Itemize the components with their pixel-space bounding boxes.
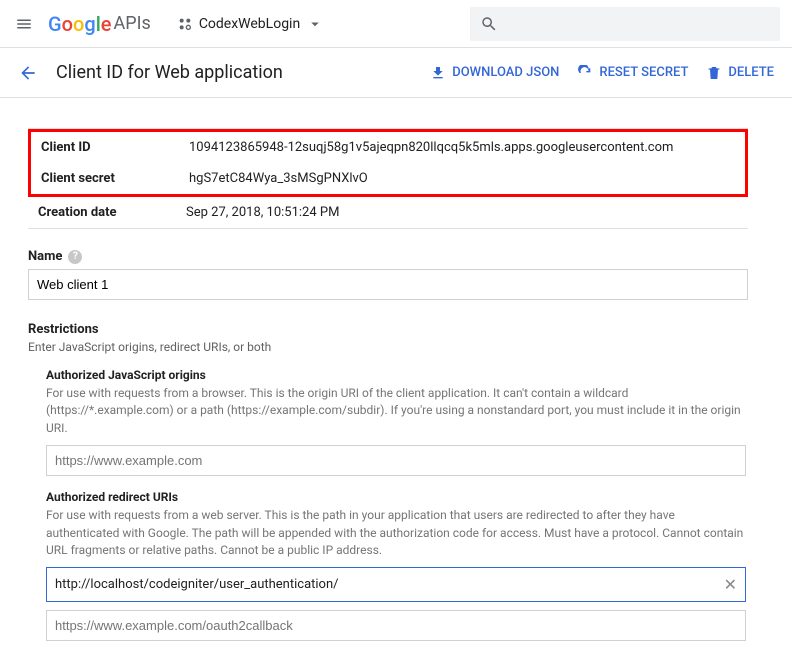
search-input[interactable] [470,7,780,41]
delete-button[interactable]: DELETE [706,65,774,81]
clear-icon[interactable]: ✕ [724,575,737,594]
creation-date-row: Creation date Sep 27, 2018, 10:51:24 PM [28,197,748,228]
download-json-button[interactable]: DOWNLOAD JSON [430,65,559,81]
name-input[interactable] [28,269,748,300]
restrictions-subheading: Enter JavaScript origins, redirect URIs,… [28,340,764,354]
search-icon [480,15,498,33]
content-area: Client ID 1094123865948-12suqj58g1v5ajeq… [0,98,792,661]
client-id-value: 1094123865948-12suqj58g1v5ajeqpn820llqcq… [189,140,735,155]
top-bar: Google APIs CodexWebLogin [0,0,792,48]
creation-date-value: Sep 27, 2018, 10:51:24 PM [186,205,738,220]
project-selector[interactable]: CodexWebLogin [177,15,324,33]
redirect-uris-desc: For use with requests from a web server.… [46,507,746,559]
reset-secret-button[interactable]: RESET SECRET [577,65,688,81]
project-name: CodexWebLogin [199,16,300,32]
chevron-down-icon [306,15,324,33]
back-arrow-icon[interactable] [18,63,38,83]
creation-date-label: Creation date [38,205,186,220]
menu-icon[interactable] [12,12,36,36]
redirect-uris-heading: Authorized redirect URIs [46,490,746,504]
apis-text: APIs [114,13,151,34]
client-id-label: Client ID [41,140,189,155]
page-title: Client ID for Web application [56,62,412,83]
highlighted-credentials: Client ID 1094123865948-12suqj58g1v5ajeq… [28,129,748,197]
js-origins-section: Authorized JavaScript origins For use wi… [46,368,746,476]
client-id-row: Client ID 1094123865948-12suqj58g1v5ajeq… [31,132,745,163]
name-label: Name ? [28,249,764,264]
redirect-uri-value: http://localhost/codeigniter/user_authen… [55,577,724,592]
js-origins-input[interactable] [46,445,746,476]
refresh-icon [577,65,593,81]
js-origins-desc: For use with requests from a browser. Th… [46,385,746,437]
trash-icon [706,65,722,81]
redirect-uri-input-filled[interactable]: http://localhost/codeigniter/user_authen… [46,567,746,602]
sub-header: Client ID for Web application DOWNLOAD J… [0,48,792,98]
client-secret-label: Client secret [41,171,189,186]
download-icon [430,65,446,81]
google-apis-logo[interactable]: Google APIs [48,12,151,36]
js-origins-heading: Authorized JavaScript origins [46,368,746,382]
credentials-table: Client ID 1094123865948-12suqj58g1v5ajeq… [28,128,748,229]
restrictions-heading: Restrictions [28,322,764,337]
client-secret-value: hgS7etC84Wya_3sMSgPNXlvO [189,171,735,186]
client-secret-row: Client secret hgS7etC84Wya_3sMSgPNXlvO [31,163,745,194]
redirect-uri-input-empty[interactable] [46,610,746,641]
help-icon[interactable]: ? [68,250,82,264]
redirect-uris-section: Authorized redirect URIs For use with re… [46,490,746,641]
project-icon [177,16,193,32]
